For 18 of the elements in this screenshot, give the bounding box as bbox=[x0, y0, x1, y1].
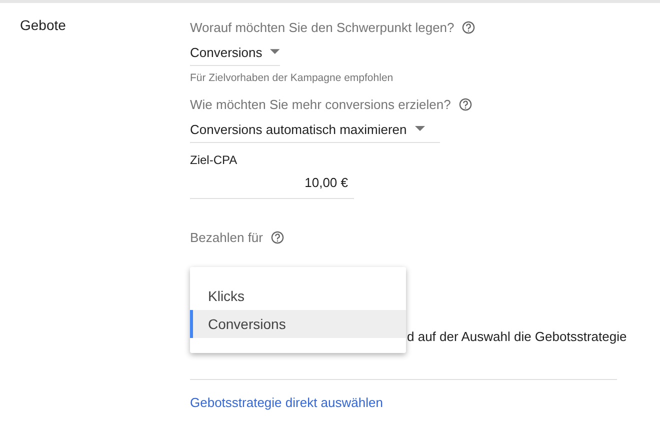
description-text: d auf der Auswahl die Gebotsstrategie bbox=[407, 329, 627, 344]
question-text: Wie möchten Sie mehr conversions erzielen? bbox=[190, 96, 451, 112]
strategy-dropdown[interactable]: Conversions automatisch maximieren bbox=[190, 116, 440, 143]
menu-option[interactable]: Klicks bbox=[190, 282, 406, 310]
question-text: Worauf möchten Sie den Schwerpunkt legen? bbox=[190, 20, 454, 34]
question-text: Bezahlen für bbox=[190, 230, 263, 244]
hint-text: Für Zielvorhaben der Kampagne empfohlen bbox=[190, 72, 394, 84]
menu-option[interactable]: Conversions bbox=[190, 310, 406, 338]
cpa-input-field[interactable]: 10,00 € bbox=[190, 169, 354, 199]
help-icon[interactable] bbox=[271, 230, 284, 244]
caret-icon bbox=[270, 49, 280, 55]
help-icon[interactable] bbox=[458, 98, 472, 110]
section-label: Gebote bbox=[20, 17, 66, 33]
caret-icon bbox=[414, 126, 425, 132]
strategy-link[interactable]: Gebotsstrategie direkt auswählen bbox=[190, 395, 618, 410]
focus-dropdown[interactable]: Conversions bbox=[190, 39, 280, 66]
help-icon[interactable] bbox=[462, 20, 476, 34]
field-label: Ziel-CPA bbox=[190, 153, 238, 167]
